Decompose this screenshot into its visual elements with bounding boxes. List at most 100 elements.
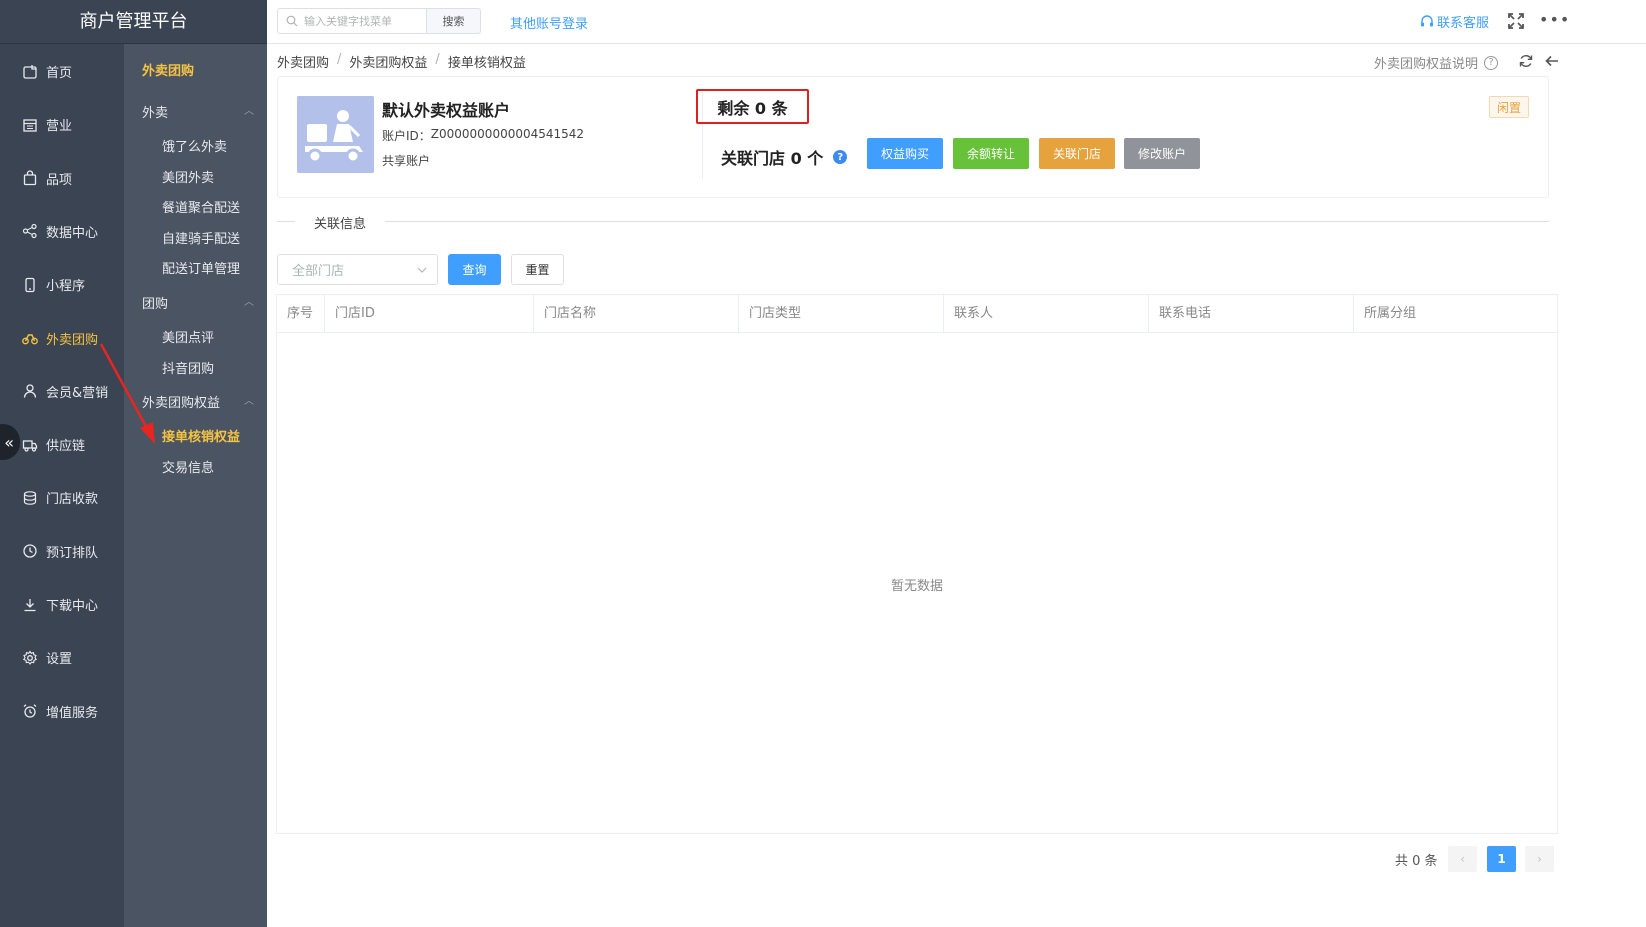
search-icon [286, 15, 298, 27]
subnav-link[interactable]: 交易信息 [162, 457, 214, 476]
column-header: 联系人 [944, 295, 1149, 333]
account-id: 账户ID： Z0000000000004541542 [382, 127, 585, 143]
question-icon[interactable]: ? [833, 150, 848, 164]
chevron-up-icon: ︿ [244, 106, 254, 117]
sidebar-item-10[interactable]: 下载中心 [0, 578, 124, 631]
subnav-group[interactable]: 团购 ︿ [142, 293, 254, 312]
sidebar-item-label: 下载中心 [46, 599, 99, 614]
subnav-group[interactable]: 外卖 ︿ [142, 102, 254, 121]
other-account-login-link[interactable]: 其他账号登录 [510, 13, 588, 32]
sidebar-item-label: 设置 [46, 652, 73, 668]
top-bar: 输入关键字找菜单 搜索 其他账号登录 联系客服 ••• [267, 0, 1646, 44]
next-page-button[interactable]: › [1525, 846, 1554, 872]
sidebar-item-label: 小程序 [46, 279, 86, 295]
sidebar-item-3[interactable]: 数据中心 [0, 205, 124, 258]
subnav-link[interactable]: 抖音团购 [162, 358, 214, 377]
account-card: 默认外卖权益账户 账户ID： Z0000000000004541542 共享账户 … [277, 76, 1549, 198]
store-table: 序号 门店ID 门店名称 门店类型 联系人 联系电话 所属分组 暂无数据 [276, 294, 1558, 834]
sidebar-item-label: 品项 [46, 172, 73, 188]
account-action-button[interactable]: 余额转让 [953, 138, 1029, 169]
sidebar-item-0[interactable]: 首页 [0, 45, 124, 98]
subnav-link[interactable]: 美团点评 [162, 327, 214, 346]
sidebar-item-label: 会员&营销 [46, 385, 109, 401]
column-header: 序号 [277, 295, 325, 333]
back-arrow-icon[interactable] [1544, 53, 1560, 69]
fullscreen-icon[interactable] [1507, 12, 1525, 30]
chevron-up-icon: ︿ [244, 396, 254, 408]
account-action-button[interactable]: 修改账户 [1124, 138, 1200, 169]
breadcrumb-separator: / [337, 52, 342, 67]
sidebar-item-2[interactable]: 品项 [0, 152, 124, 205]
breadcrumb: 外卖团购 / 外卖团购权益 / 接单核销权益 [277, 52, 526, 71]
breadcrumb-item[interactable]: 外卖团购权益 [349, 52, 427, 71]
pagination-total: 共 0 条 [1395, 854, 1438, 869]
sidebar-item-label: 增值服务 [46, 705, 99, 721]
search-button[interactable]: 搜索 [426, 8, 481, 34]
download-icon [22, 597, 38, 613]
column-header: 联系电话 [1149, 295, 1354, 333]
subnav-group[interactable]: 外卖团购权益 ︿ [142, 392, 254, 411]
table-header: 序号 门店ID 门店名称 门店类型 联系人 联系电话 所属分组 [277, 295, 1557, 333]
more-icon[interactable]: ••• [1539, 10, 1570, 29]
query-button[interactable]: 查询 [448, 254, 501, 285]
breadcrumb-item[interactable]: 外卖团购 [277, 52, 329, 71]
subnav-group-label: 外卖团购权益 [142, 396, 221, 412]
sidebar-item-1[interactable]: 营业 [0, 98, 124, 151]
sidebar-item-label: 营业 [46, 119, 73, 135]
gear-icon [22, 650, 38, 666]
sidebar-item-12[interactable]: 增值服务 [0, 685, 124, 738]
column-header: 门店ID [325, 295, 534, 333]
rights-help-link[interactable]: 外卖团购权益说明? [1374, 53, 1499, 72]
sidebar-item-label: 首页 [46, 66, 73, 81]
subnav-link[interactable]: 配送订单管理 [162, 258, 240, 277]
divider [385, 221, 1549, 222]
reset-button[interactable]: 重置 [511, 254, 564, 285]
subnav-group-label: 外卖 [142, 106, 169, 121]
empty-state-text: 暂无数据 [890, 579, 943, 594]
phone-icon [22, 277, 38, 293]
contact-support-link[interactable]: 联系客服 [1420, 12, 1489, 31]
user-icon [22, 383, 38, 399]
truck-icon [22, 437, 38, 453]
sidebar-item-5[interactable]: 外卖团购 [0, 312, 124, 365]
bag-icon [22, 170, 38, 186]
subnav-link[interactable]: 自建骑手配送 [162, 228, 240, 247]
column-header: 所属分组 [1364, 306, 1417, 321]
account-action-button[interactable]: 关联门店 [1039, 138, 1115, 169]
remaining-count: 剩余 0 条 [696, 89, 809, 124]
bike-icon [22, 330, 38, 346]
section-title: 关联信息 [314, 217, 367, 232]
question-icon: ? [1484, 55, 1499, 70]
subnav-link[interactable]: 美团外卖 [162, 167, 214, 186]
share-icon [22, 223, 38, 239]
sidebar-item-4[interactable]: 小程序 [0, 258, 124, 311]
subnav-title: 外卖团购 [142, 64, 195, 79]
app-title: 商户管理平台 [0, 0, 267, 44]
column-header: 门店名称 [534, 295, 739, 333]
alarm-icon [22, 703, 38, 719]
account-type: 共享账户 [382, 154, 431, 168]
subnav-link[interactable]: 饿了么外卖 [162, 136, 227, 155]
sidebar-item-8[interactable]: 门店收款 [0, 471, 124, 524]
delivery-scooter-image [297, 96, 374, 173]
menu-search-input[interactable]: 输入关键字找菜单 [277, 8, 427, 34]
sidebar-item-label: 门店收款 [46, 492, 99, 508]
sidebar-item-label: 预订排队 [46, 545, 99, 561]
prev-page-button[interactable]: ‹ [1448, 846, 1477, 872]
linked-store-count: 关联门店 0 个? [721, 145, 848, 169]
sidebar-item-6[interactable]: 会员&营销 [0, 365, 124, 418]
subnav-link[interactable]: 餐道聚合配送 [162, 197, 240, 216]
breadcrumb-separator: / [435, 52, 440, 67]
sidebar-item-label: 供应链 [46, 439, 86, 455]
refresh-icon[interactable] [1518, 53, 1534, 69]
sidebar-item-11[interactable]: 设置 [0, 631, 124, 684]
account-name: 默认外卖权益账户 [382, 101, 511, 120]
store-select[interactable]: 全部门店 [277, 254, 438, 285]
calendar-icon [22, 117, 38, 133]
headset-icon [1421, 14, 1433, 26]
sidebar-item-9[interactable]: 预订排队 [0, 525, 124, 578]
account-action-button[interactable]: 权益购买 [867, 138, 943, 169]
page-number-button[interactable]: 1 [1487, 846, 1516, 872]
subnav-link[interactable]: 接单核销权益 [162, 426, 240, 445]
subnav-group-label: 团购 [142, 297, 169, 312]
